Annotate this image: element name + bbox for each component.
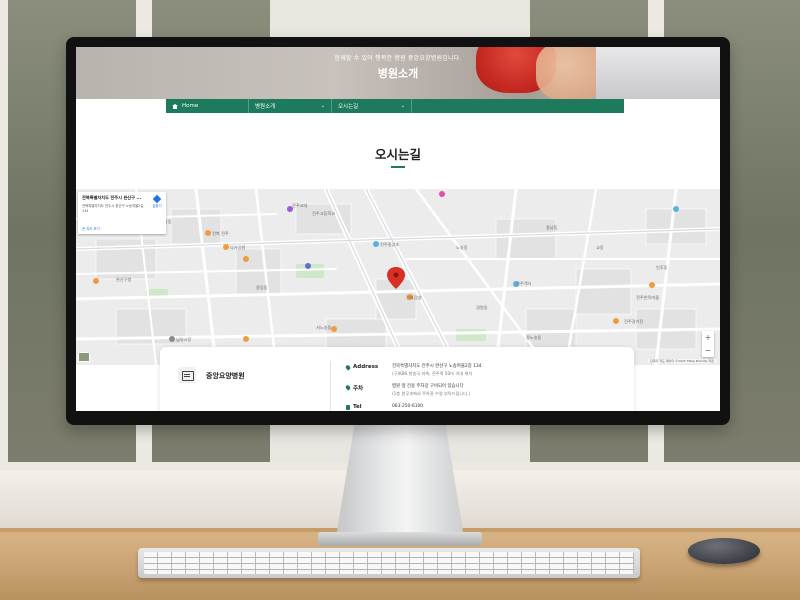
map-place-label: 중앙동 bbox=[256, 284, 268, 290]
tel-value[interactable]: 063-250-6100 bbox=[392, 404, 423, 411]
map-info-title: 전북특별자치도 전주시 완산구 ... bbox=[82, 195, 142, 200]
address-line2: (구)KBS 방송국 좌측, 전주역 50m 이내 위치 bbox=[392, 370, 473, 376]
parking-line2: (1층 원무과에서 주차권 수령 부탁드립니다.) bbox=[392, 390, 471, 396]
parking-label: 주차 bbox=[344, 383, 392, 397]
map-place-label: 전북 전주 bbox=[212, 230, 229, 237]
breadcrumb-nav: Home 병원소개 ⌄ 오시는길 ⌄ bbox=[166, 99, 624, 113]
map-place-label: 풍남동 bbox=[546, 224, 558, 230]
map-attribution: 단축키 지도 데이터 ©2025 TMap Mobility 약관 bbox=[648, 359, 716, 363]
map-place-label: 경원동 bbox=[476, 304, 488, 310]
nav-menu2-label: 오시는길 bbox=[338, 104, 359, 110]
parking-value: 병원 앞 전용 주차장 구비되어 있습니다 (1층 원무과에서 주차권 수령 부… bbox=[392, 384, 470, 397]
keyboard bbox=[138, 548, 640, 578]
card-divider bbox=[330, 361, 331, 411]
address-value: 전북특별자치도 전주시 완산구 노송여울2길 134 (구)KBS 방송국 좌측… bbox=[392, 364, 481, 377]
phone-icon bbox=[346, 404, 350, 410]
map-canvas[interactable]: 전북 전주다가공원전주고등학교전주중앙초전주교대다가동풍남동교동전주한옥마을전주… bbox=[76, 189, 720, 365]
map-info-address: 전북특별자치도 전주시 완산구 노송여울2길 134 bbox=[82, 204, 144, 213]
map-place-label: 완산구청 bbox=[116, 276, 132, 283]
map-place-label: 다가공원 bbox=[230, 244, 246, 251]
location-icon bbox=[344, 363, 352, 371]
map-place-label: 교동 bbox=[596, 245, 604, 250]
building-icon bbox=[178, 367, 196, 383]
satellite-toggle[interactable] bbox=[78, 352, 90, 362]
address-label: Address bbox=[344, 363, 392, 377]
tel-row: Tel 063-250-6100 bbox=[346, 404, 423, 411]
page-title: 오시는길 bbox=[374, 147, 421, 162]
zoom-controls: + − bbox=[702, 331, 714, 357]
hero-banner: 함께할 수 있어 행복한 병원 중앙요양병원입니다. 병원소개 bbox=[76, 47, 720, 99]
address-line1: 전북특별자치도 전주시 완산구 노송여울2길 134 bbox=[392, 364, 482, 369]
map-place-label: 전주중앙초 bbox=[380, 241, 399, 248]
hero-subtitle: 함께할 수 있어 행복한 병원 중앙요양병원입니다. bbox=[334, 55, 462, 62]
location-icon bbox=[344, 383, 352, 391]
mouse bbox=[688, 538, 760, 564]
address-row: Address 전북특별자치도 전주시 완산구 노송여울2길 134 (구)KB… bbox=[344, 363, 481, 377]
home-icon bbox=[172, 103, 178, 109]
nav-menu1-label: 병원소개 bbox=[255, 104, 276, 110]
map-place-label: 노송동 bbox=[456, 244, 468, 250]
map-info-card: 전북특별자치도 전주시 완산구 ... 전북특별자치도 전주시 완산구 노송여울… bbox=[78, 192, 166, 234]
monitor-stand-base bbox=[318, 532, 482, 546]
directions-label: 길찾기 bbox=[152, 204, 162, 208]
zoom-in-button[interactable]: + bbox=[702, 331, 714, 344]
directions-icon bbox=[152, 194, 162, 204]
chevron-down-icon: ⌄ bbox=[320, 103, 325, 109]
map-place-label: 전라감영 bbox=[406, 294, 422, 301]
hero-title: 병원소개 bbox=[377, 67, 419, 80]
nav-dropdown-menu2[interactable]: 오시는길 ⌄ bbox=[332, 99, 412, 113]
nav-home[interactable]: Home bbox=[166, 99, 249, 113]
keyboard-keys bbox=[144, 552, 634, 574]
map-place-label: 전주한옥마을 bbox=[636, 294, 659, 301]
map-embed[interactable]: 전북 전주다가공원전주고등학교전주중앙초전주교대다가동풍남동교동전주한옥마을전주… bbox=[76, 189, 720, 365]
address-label-text: Address bbox=[353, 364, 379, 370]
hospital-info-card: 중앙요양병원 Address 전북특별자치도 전주시 완산구 노송여울2길 13… bbox=[160, 347, 634, 411]
nav-dropdown-menu1[interactable]: 병원소개 ⌄ bbox=[249, 99, 332, 113]
zoom-out-button[interactable]: − bbox=[702, 344, 714, 357]
monitor-screen: 함께할 수 있어 행복한 병원 중앙요양병원입니다. 병원소개 Home 병원소… bbox=[76, 47, 720, 411]
map-place-label: 전주객사 bbox=[516, 280, 532, 287]
hospital-name: 중앙요양병원 bbox=[206, 372, 245, 380]
tel-label-text: Tel bbox=[353, 404, 362, 410]
map-place-label: 중노송동 bbox=[526, 334, 542, 340]
map-place-label: 전주교대 bbox=[292, 202, 308, 209]
parking-line1: 병원 앞 전용 주차장 구비되어 있습니다 bbox=[392, 384, 464, 389]
map-place-label: 전주경기전 bbox=[624, 318, 643, 325]
nav-home-label: Home bbox=[182, 103, 199, 109]
title-underline bbox=[391, 166, 405, 168]
map-place-label: 인후동 bbox=[656, 264, 668, 271]
tel-label: Tel bbox=[346, 404, 392, 411]
map-large-link[interactable]: 큰 지도 보기 bbox=[82, 226, 100, 231]
map-place-label: 전주고등학교 bbox=[312, 210, 335, 217]
parking-label-text: 주차 bbox=[353, 386, 364, 392]
chevron-down-icon: ⌄ bbox=[400, 103, 405, 109]
parking-row: 주차 병원 앞 전용 주차장 구비되어 있습니다 (1층 원무과에서 주차권 수… bbox=[344, 383, 470, 397]
map-place-label: 남부시장 bbox=[176, 336, 192, 343]
map-place-label: 서노송동 bbox=[316, 324, 332, 331]
directions-button[interactable]: 길찾기 bbox=[152, 194, 162, 208]
